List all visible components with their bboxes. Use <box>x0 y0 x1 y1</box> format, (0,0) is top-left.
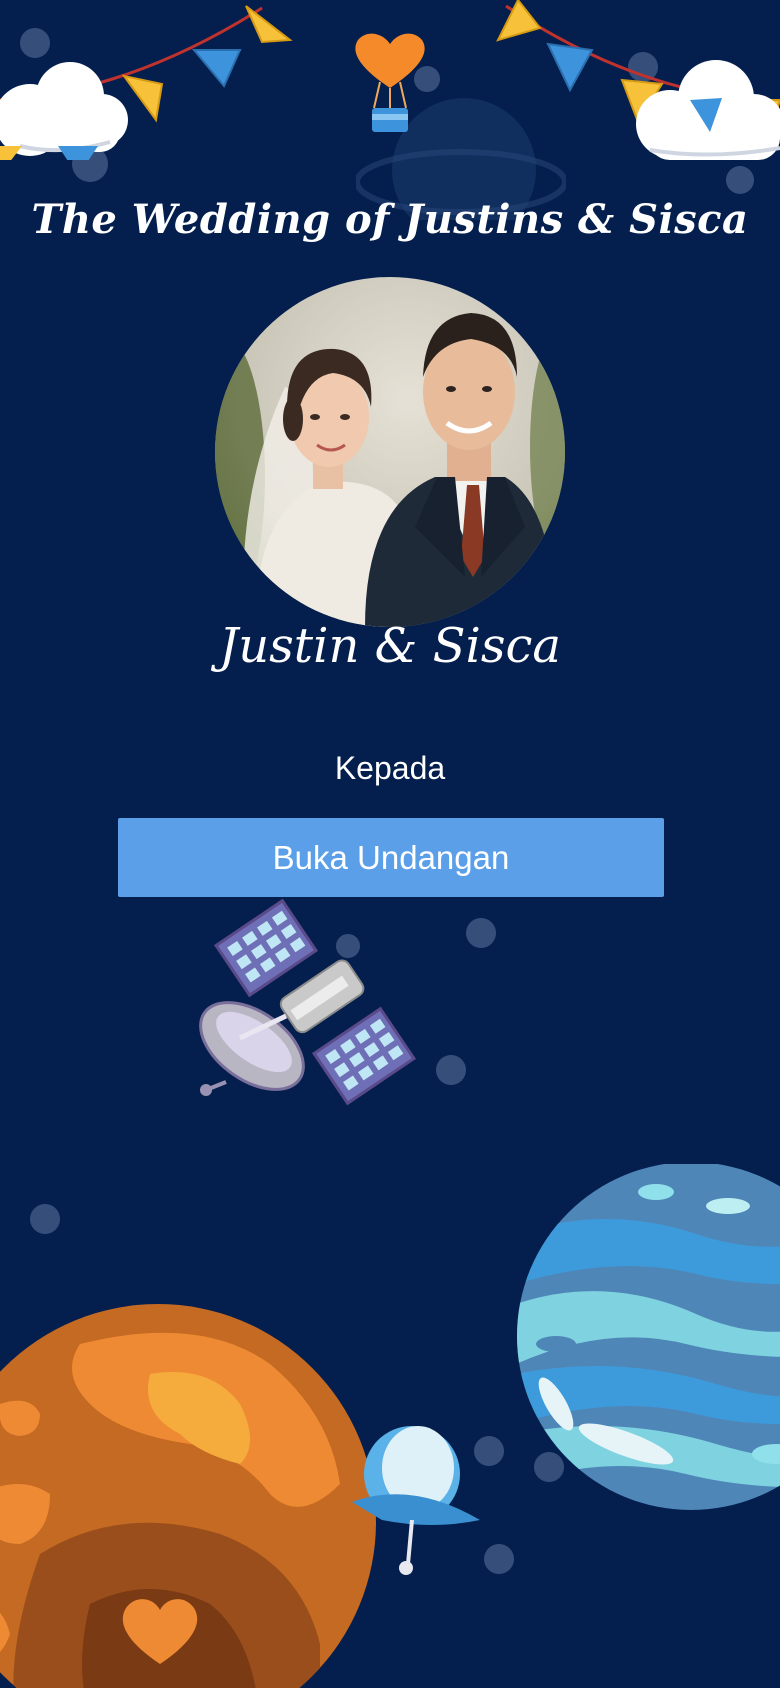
couple-names: Justin & Sisca <box>219 618 561 674</box>
invitation-cover: The Wedding of Justins & Sisca Justin & … <box>0 0 780 1688</box>
bubble <box>726 166 754 194</box>
ufo-icon <box>352 1410 482 1586</box>
bubble <box>466 918 496 948</box>
cloud-icon <box>0 50 140 176</box>
bubble <box>436 1055 466 1085</box>
invitation-title: The Wedding of Justins & Sisca <box>31 196 749 243</box>
satellite-icon <box>196 898 426 1128</box>
bubble <box>484 1544 514 1574</box>
open-invitation-button[interactable]: Buka Undangan <box>118 818 664 897</box>
bubble <box>30 1204 60 1234</box>
couple-photo <box>215 277 565 627</box>
orange-planet-icon <box>0 1304 376 1688</box>
blue-planet-icon <box>516 1164 780 1514</box>
recipient-label: Kepada <box>334 750 446 786</box>
heart-balloon-icon <box>350 30 430 136</box>
cloud-icon <box>630 52 780 170</box>
